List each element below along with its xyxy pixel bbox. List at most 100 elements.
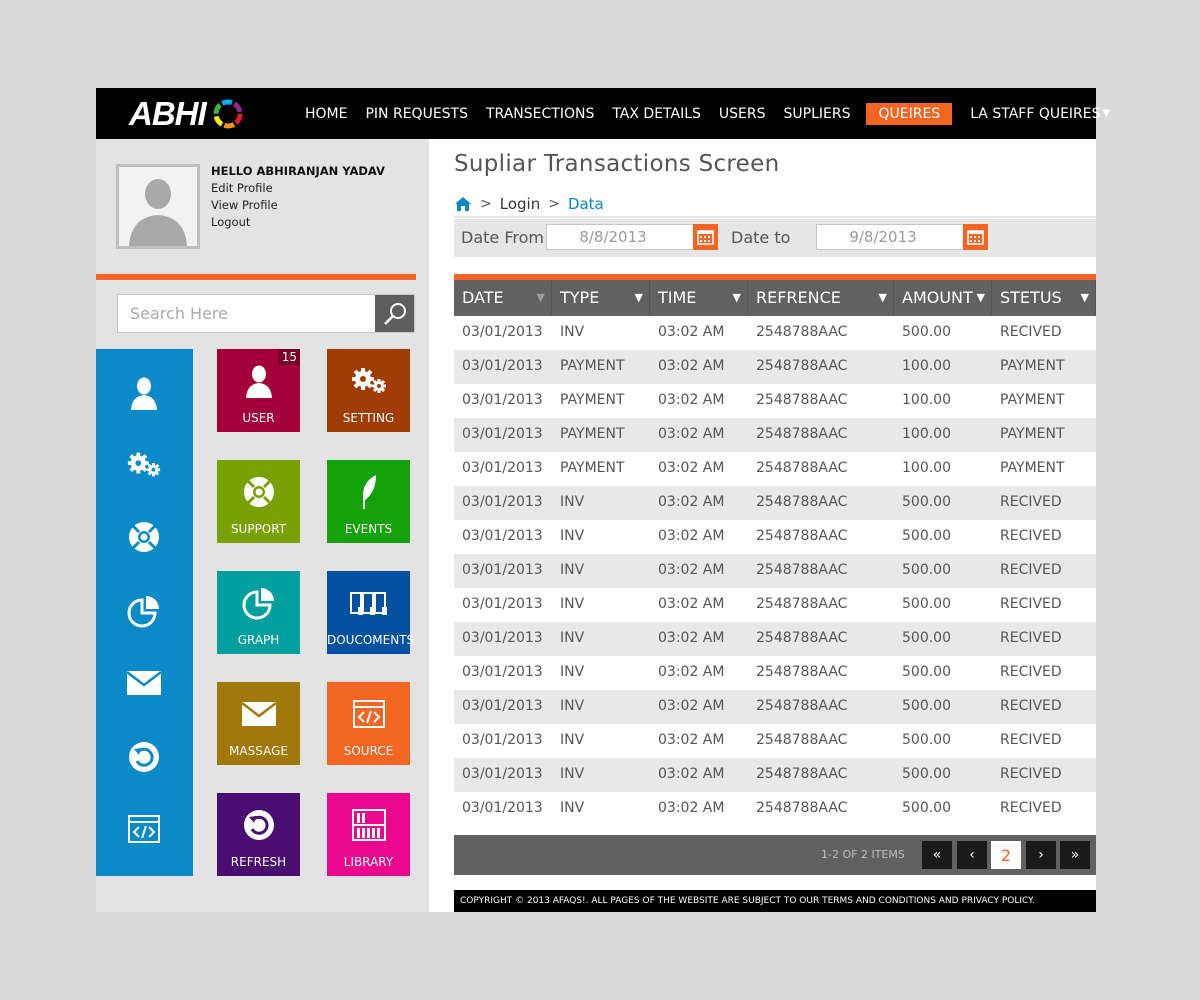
cell-stetus: RECIVED <box>1000 698 1062 714</box>
table-row[interactable]: 03/01/2013 INV 03:02 AM 2548788AAC 500.00 REC… <box>454 554 1096 588</box>
sidebar-graph-icon[interactable] <box>126 593 162 629</box>
table-row[interactable]: 03/01/2013 INV 03:02 AM 2548788AAC 500.00 REC… <box>454 622 1096 656</box>
column-header-label: AMOUNT <box>902 288 973 307</box>
date-filter-bar: Date From Date to <box>454 219 1096 257</box>
table-row[interactable]: 03/01/2013 INV 03:02 AM 2548788AAC 500.00 REC… <box>454 656 1096 690</box>
nav-item-pin-requests[interactable]: PIN REQUESTS <box>365 103 468 125</box>
table-row[interactable]: 03/01/2013 INV 03:02 AM 2548788AAC 500.00 REC… <box>454 316 1096 350</box>
nav-item-transections[interactable]: TRANSECTIONS <box>486 103 594 125</box>
cell-type: INV <box>560 562 585 578</box>
cell-date: 03/01/2013 <box>462 528 543 544</box>
profile-greeting: HELLO ABHIRANJAN YADAV <box>211 164 385 178</box>
sidebar-mail-icon[interactable] <box>126 665 162 701</box>
tile-events[interactable]: EVENTS <box>327 460 410 543</box>
table-row[interactable]: 03/01/2013 INV 03:02 AM 2548788AAC 500.00 REC… <box>454 758 1096 792</box>
breadcrumb: > Login > Data <box>454 192 604 216</box>
cell-type: INV <box>560 528 585 544</box>
sort-arrow-icon[interactable]: ▼ <box>879 280 887 316</box>
cell-amount: 500.00 <box>902 630 951 646</box>
sort-arrow-icon[interactable]: ▼ <box>1081 280 1089 316</box>
table-row[interactable]: 03/01/2013 PAYMENT 03:02 AM 2548788AAC 100.0… <box>454 452 1096 486</box>
cell-type: INV <box>560 494 585 510</box>
search-button[interactable] <box>375 295 414 332</box>
avatar[interactable] <box>116 164 200 249</box>
nav-item-home[interactable]: HOME <box>305 103 347 125</box>
date-to-input[interactable] <box>816 224 964 250</box>
home-icon[interactable] <box>454 196 472 212</box>
sort-arrow-icon[interactable]: ▼ <box>537 280 545 316</box>
tile-massage[interactable]: MASSAGE <box>217 682 300 765</box>
column-header-refrence[interactable]: REFRENCE ▼ <box>748 280 894 316</box>
cell-stetus: PAYMENT <box>1000 460 1065 476</box>
sidebar-source-icon[interactable] <box>126 811 162 847</box>
breadcrumb-data[interactable]: Data <box>568 195 604 213</box>
table-row[interactable]: 03/01/2013 INV 03:02 AM 2548788AAC 500.00 REC… <box>454 690 1096 724</box>
table-row[interactable]: 03/01/2013 PAYMENT 03:02 AM 2548788AAC 100.0… <box>454 418 1096 452</box>
view-profile-link[interactable]: View Profile <box>211 198 278 212</box>
nav-item-supliers[interactable]: SUPLIERS <box>784 103 851 125</box>
sidebar-refresh-icon[interactable] <box>126 739 162 775</box>
search-icon <box>383 302 406 325</box>
tile-setting[interactable]: SETTING <box>327 349 410 432</box>
column-header-stetus[interactable]: STETUS ▼ <box>992 280 1096 316</box>
nav-item-queires[interactable]: QUEIRES <box>866 102 953 125</box>
tile-doucoments[interactable]: DOUCOMENTS <box>327 571 414 654</box>
cell-time: 03:02 AM <box>658 800 725 816</box>
cell-type: INV <box>560 766 585 782</box>
sidebar-settings-icon[interactable] <box>126 447 162 483</box>
first-page-button[interactable]: « <box>922 841 952 869</box>
column-header-type[interactable]: TYPE ▼ <box>552 280 650 316</box>
current-page-button[interactable]: 2 <box>991 841 1021 869</box>
cell-stetus: RECIVED <box>1000 800 1062 816</box>
column-header-amount[interactable]: AMOUNT ▼ <box>894 280 992 316</box>
graph-icon <box>217 585 300 621</box>
nav-item-la-staff-queires[interactable]: LA STAFF QUEIRES ▼ <box>970 103 1110 125</box>
tile-library[interactable]: LIBRARY <box>327 793 410 876</box>
nav-item-users[interactable]: USERS <box>719 103 766 125</box>
pagination-bar: 1-2 OF 2 ITEMS « ‹ 2 › » <box>454 835 1096 875</box>
table-row[interactable]: 03/01/2013 INV 03:02 AM 2548788AAC 500.00 REC… <box>454 792 1096 826</box>
column-header-date[interactable]: DATE ▼ <box>454 280 552 316</box>
table-row[interactable]: 03/01/2013 INV 03:02 AM 2548788AAC 500.00 REC… <box>454 724 1096 758</box>
cell-type: PAYMENT <box>560 392 625 408</box>
cell-amount: 500.00 <box>902 596 951 612</box>
date-to-calendar-button[interactable] <box>963 224 988 250</box>
column-header-label: REFRENCE <box>756 288 841 307</box>
prev-page-button[interactable]: ‹ <box>957 841 987 869</box>
column-header-time[interactable]: TIME ▼ <box>650 280 748 316</box>
logo-text: ABHI <box>129 95 207 132</box>
table-row[interactable]: 03/01/2013 INV 03:02 AM 2548788AAC 500.00 REC… <box>454 588 1096 622</box>
cell-date: 03/01/2013 <box>462 358 543 374</box>
divider-bar <box>96 274 416 280</box>
tile-user[interactable]: USER 15 <box>217 349 300 432</box>
sidebar-user-icon[interactable] <box>126 375 162 411</box>
table-row[interactable]: 03/01/2013 PAYMENT 03:02 AM 2548788AAC 100.0… <box>454 350 1096 384</box>
tile-graph[interactable]: GRAPH <box>217 571 300 654</box>
tile-refresh[interactable]: REFRESH <box>217 793 300 876</box>
cell-type: INV <box>560 664 585 680</box>
last-page-button[interactable]: » <box>1060 841 1090 869</box>
cell-date: 03/01/2013 <box>462 494 543 510</box>
logout-link[interactable]: Logout <box>211 215 250 229</box>
sort-arrow-icon[interactable]: ▼ <box>635 280 643 316</box>
cell-date: 03/01/2013 <box>462 562 543 578</box>
logo[interactable]: ABHI <box>129 95 244 132</box>
search-box <box>117 294 415 333</box>
edit-profile-link[interactable]: Edit Profile <box>211 181 273 195</box>
sort-arrow-icon[interactable]: ▼ <box>733 280 741 316</box>
date-from-calendar-button[interactable] <box>693 224 718 250</box>
nav-item-tax-details[interactable]: TAX DETAILS <box>612 103 701 125</box>
sort-arrow-icon[interactable]: ▼ <box>977 280 985 316</box>
table-row[interactable]: 03/01/2013 PAYMENT 03:02 AM 2548788AAC 100.0… <box>454 384 1096 418</box>
nav-item-label: SUPLIERS <box>783 105 851 122</box>
search-input[interactable] <box>118 295 375 332</box>
tile-source[interactable]: SOURCE <box>327 682 410 765</box>
tile-support[interactable]: SUPPORT <box>217 460 300 543</box>
date-from-input[interactable] <box>546 224 694 250</box>
table-row[interactable]: 03/01/2013 INV 03:02 AM 2548788AAC 500.00 REC… <box>454 520 1096 554</box>
cell-refrence: 2548788AAC <box>756 460 848 476</box>
sidebar-support-icon[interactable] <box>126 519 162 555</box>
breadcrumb-login[interactable]: Login <box>500 195 540 213</box>
next-page-button[interactable]: › <box>1026 841 1056 869</box>
table-row[interactable]: 03/01/2013 INV 03:02 AM 2548788AAC 500.00 REC… <box>454 486 1096 520</box>
